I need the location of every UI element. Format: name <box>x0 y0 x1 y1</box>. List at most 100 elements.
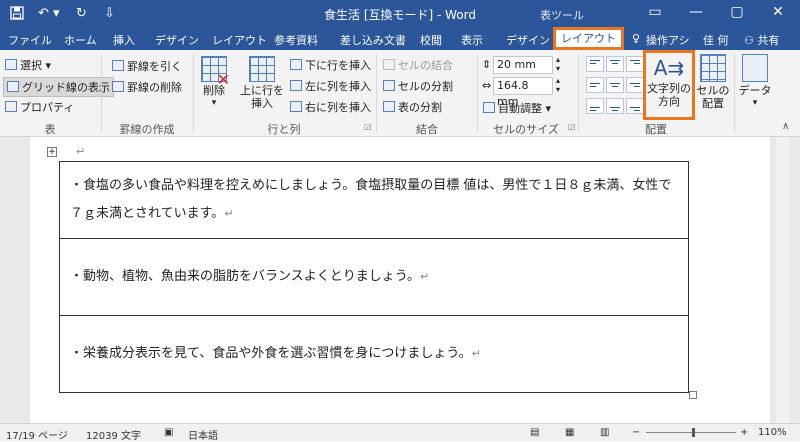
document-table[interactable]: ・食塩の多い食品や料理を控えめにしましょう。食塩摂取量の目標 値は、男性で１日８… <box>59 161 689 393</box>
web-layout-icon[interactable]: ▥ <box>600 427 609 438</box>
dialog-launcher-icon[interactable]: ◲ <box>568 122 576 131</box>
maximize-button[interactable]: ▢ <box>722 4 752 20</box>
table-cell[interactable]: ・食塩の多い食品や料理を控えめにしましょう。食塩摂取量の目標 値は、男性で１日８… <box>59 161 689 239</box>
tab-table-layout[interactable]: レイアウト <box>553 27 624 50</box>
paragraph-mark: ↵ <box>224 207 234 220</box>
row-height-icon: ⇕ <box>482 58 492 71</box>
split-cells-label: セルの分割 <box>398 80 453 93</box>
merge-cells-button[interactable]: セルの結合 <box>383 57 453 73</box>
align-middle-left-button[interactable] <box>586 77 604 93</box>
align-bottom-center-button[interactable] <box>606 98 624 114</box>
cell-text: ・食塩の多い食品や料理を控えめにしましょう。食塩摂取量の目標 値は、男性で１日８… <box>70 178 672 221</box>
tab-table-design[interactable]: デザイン <box>506 32 550 48</box>
col-width-spinner[interactable]: ▴ ▾ <box>556 76 560 94</box>
dialog-launcher-icon[interactable]: ◲ <box>364 122 372 131</box>
align-top-right-button[interactable] <box>626 56 644 72</box>
tell-me-icon[interactable]: ♀ <box>632 32 640 45</box>
share-label: 共有 <box>757 34 780 47</box>
zoom-slider-thumb[interactable] <box>692 428 695 437</box>
cell-text: ・動物、植物、魚由来の脂肪をバランスよくとりましょう。 <box>70 269 420 284</box>
page-margin-left <box>0 137 30 423</box>
tab-mailings[interactable]: 差し込み文書 <box>340 32 406 48</box>
person-icon: ⚇ <box>744 34 754 47</box>
split-cells-button[interactable]: セルの分割 <box>383 78 453 94</box>
align-bottom-right-button[interactable] <box>626 98 644 114</box>
align-middle-right-button[interactable] <box>626 77 644 93</box>
insert-left-button[interactable]: 左に列を挿入 <box>290 78 371 94</box>
paragraph-mark: ↵ <box>76 145 86 158</box>
group-separator <box>734 54 735 132</box>
grid-icon <box>7 81 19 92</box>
align-bottom-left-button[interactable] <box>586 98 604 114</box>
tab-review[interactable]: 校閲 <box>420 32 442 48</box>
autofit-button[interactable]: 自動調整 ▾ <box>483 100 551 116</box>
data-label: データ <box>738 84 772 97</box>
tab-references[interactable]: 参考資料 <box>274 32 318 48</box>
pencil-icon <box>112 60 124 71</box>
insert-above-button[interactable]: 上に行を 挿入 <box>238 56 286 110</box>
proofing-icon[interactable]: ▣ <box>164 427 173 438</box>
tab-file[interactable]: ファイル <box>8 32 52 48</box>
table-move-handle-icon[interactable]: + <box>47 147 57 157</box>
read-mode-icon[interactable]: ▤ <box>530 427 539 438</box>
insert-right-icon <box>290 101 302 112</box>
group-label-table: 表 <box>44 123 56 136</box>
merge-cells-icon <box>383 59 395 70</box>
split-table-icon <box>383 101 395 112</box>
tell-me-box[interactable]: 操作アシ <box>646 32 690 48</box>
zoom-out-icon[interactable]: − <box>632 427 640 438</box>
erase-border-button[interactable]: 罫線の削除 <box>112 79 182 95</box>
select-button[interactable]: 選択 ▾ <box>5 57 51 73</box>
data-icon <box>742 54 768 82</box>
insert-below-label: 下に行を挿入 <box>305 59 371 72</box>
status-bar: 17/19 ページ 12039 文字 ▣ 日本語 ▤ ▦ ▥ − + 110% <box>0 423 800 442</box>
col-width-input[interactable]: 164.8 mm <box>493 77 553 108</box>
cell-margins-button[interactable]: セルの 配置 <box>696 54 730 110</box>
collapse-ribbon-icon[interactable]: ∧ <box>782 121 789 132</box>
data-button[interactable]: データ ▾ <box>738 54 772 110</box>
tab-layout[interactable]: レイアウト <box>212 32 267 48</box>
zoom-level[interactable]: 110% <box>758 427 787 438</box>
draw-border-button[interactable]: 罫線を引く <box>112 58 182 74</box>
vertical-scrollbar[interactable] <box>776 137 790 423</box>
insert-above-label-1: 上に行を <box>240 84 284 97</box>
table-tools-label: 表ツール <box>540 9 584 22</box>
ribbon-tabs: ファイル ホーム 挿入 デザイン レイアウト 参考資料 差し込み文書 校閲 表示… <box>0 28 800 50</box>
tab-home[interactable]: ホーム <box>64 32 97 48</box>
insert-right-button[interactable]: 右に列を挿入 <box>290 99 371 115</box>
share-button[interactable]: ⚇ 共有 <box>744 32 779 48</box>
properties-button[interactable]: プロパティ <box>5 99 74 115</box>
gridlines-toggle[interactable]: グリッド線の表示 <box>3 77 114 97</box>
zoom-slider[interactable] <box>646 432 736 433</box>
table-row: ・栄養成分表示を見て、食品や外食を選ぶ習慣を身につけましょう。↵ <box>59 315 689 393</box>
print-layout-icon[interactable]: ▦ <box>565 427 574 438</box>
table-cell[interactable]: ・動物、植物、魚由来の脂肪をバランスよくとりましょう。↵ <box>59 238 689 316</box>
zoom-in-icon[interactable]: + <box>740 427 748 438</box>
row-height-spinner[interactable]: ▴ ▾ <box>556 55 560 73</box>
page-margin-right <box>770 137 800 423</box>
align-middle-center-button[interactable] <box>606 77 624 93</box>
select-label: 選択 <box>20 59 42 72</box>
split-table-label: 表の分割 <box>398 101 442 114</box>
tab-insert[interactable]: 挿入 <box>113 32 135 48</box>
delete-button[interactable]: ✕ 削除 ▾ <box>197 56 231 110</box>
text-direction-highlight <box>643 50 695 120</box>
row-height-input[interactable]: 20 mm <box>493 56 553 74</box>
user-name[interactable]: 佳 何 <box>703 32 729 48</box>
group-label-cell-size: セルのサイズ <box>493 123 559 136</box>
table-resize-handle[interactable] <box>689 391 697 399</box>
table-cell[interactable]: ・栄養成分表示を見て、食品や外食を選ぶ習慣を身につけましょう。↵ <box>59 315 689 393</box>
cell-text: ・栄養成分表示を見て、食品や外食を選ぶ習慣を身につけましょう。 <box>70 346 472 361</box>
align-top-center-button[interactable] <box>606 56 624 72</box>
insert-below-button[interactable]: 下に行を挿入 <box>290 57 371 73</box>
align-top-left-button[interactable] <box>586 56 604 72</box>
tab-view[interactable]: 表示 <box>461 32 483 48</box>
erase-border-label: 罫線の削除 <box>127 81 182 94</box>
ribbon-display-icon[interactable]: ▭ <box>640 4 670 20</box>
insert-above-icon <box>249 56 275 82</box>
close-button[interactable]: ✕ <box>763 4 793 20</box>
tab-design[interactable]: デザイン <box>155 32 199 48</box>
minimize-button[interactable]: — <box>681 4 711 20</box>
split-table-button[interactable]: 表の分割 <box>383 99 442 115</box>
insert-above-label-2: 挿入 <box>251 97 273 110</box>
